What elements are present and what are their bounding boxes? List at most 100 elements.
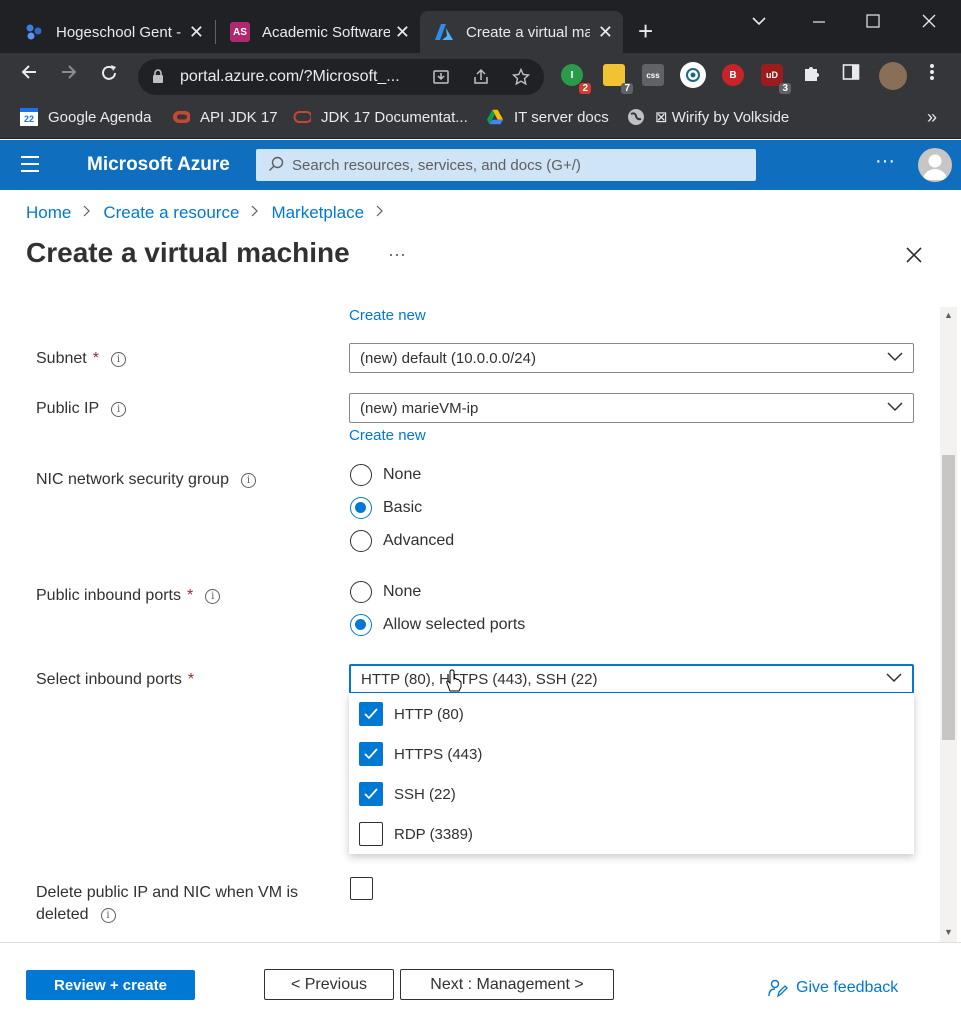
azure-search-box[interactable]: [256, 149, 756, 181]
bookmark-star-icon[interactable]: [511, 67, 531, 91]
checkbox-checked[interactable]: [359, 742, 383, 766]
vertical-scrollbar[interactable]: ▲ ▼: [940, 307, 957, 943]
public-ip-create-new-link[interactable]: Create new: [349, 427, 426, 444]
chevron-right-icon: [251, 204, 259, 222]
option-rdp[interactable]: RDP (3389): [359, 822, 473, 846]
radio-button[interactable]: [350, 530, 372, 552]
radio-button[interactable]: [350, 464, 372, 486]
back-icon[interactable]: [20, 63, 38, 87]
public-ip-dropdown[interactable]: (new) marieVM-ip: [349, 393, 914, 423]
form-scroll-area: Create new Subnet * i (new) default (10.0…: [0, 296, 940, 942]
address-bar[interactable]: portal.azure.com/?Microsoft_...: [138, 59, 544, 95]
portal-menu-icon[interactable]: [21, 156, 39, 177]
option-ssh[interactable]: SSH (22): [359, 782, 456, 806]
share-icon[interactable]: [472, 68, 490, 91]
checkbox-checked[interactable]: [359, 782, 383, 806]
azure-brand[interactable]: Microsoft Azure: [87, 154, 230, 176]
option-https[interactable]: HTTPS (443): [359, 742, 482, 766]
radio-button-selected[interactable]: [350, 497, 372, 519]
subnet-dropdown[interactable]: (new) default (10.0.0.0/24): [349, 343, 914, 373]
nic-nsg-option-advanced[interactable]: Advanced: [350, 530, 454, 552]
new-tab-icon[interactable]: +: [638, 18, 653, 44]
chrome-menu-icon[interactable]: [929, 63, 935, 87]
bookmarks-bar: 22 Google Agenda API JDK 17 JDK 17 Docum…: [0, 101, 961, 139]
close-window-icon[interactable]: [922, 12, 936, 33]
tab-create-virtual-machine[interactable]: Create a virtual ma ✕: [420, 11, 623, 53]
info-icon[interactable]: i: [240, 472, 256, 488]
public-inbound-option-allow-selected[interactable]: Allow selected ports: [350, 614, 525, 636]
breadcrumb-home[interactable]: Home: [26, 203, 71, 223]
breadcrumb-marketplace[interactable]: Marketplace: [271, 203, 364, 223]
delete-ip-checkbox[interactable]: [350, 877, 373, 900]
scrollbar-thumb[interactable]: [942, 455, 955, 740]
tab-academic-software[interactable]: AS Academic Software ✕: [206, 11, 420, 53]
css-extension-icon[interactable]: css: [642, 64, 664, 86]
extension-icon[interactable]: I 2: [561, 64, 591, 94]
page-more-icon[interactable]: ···: [388, 244, 406, 265]
close-icon[interactable]: [904, 245, 924, 265]
scroll-up-icon[interactable]: ▲: [944, 310, 953, 320]
review-create-button[interactable]: Review + create: [26, 970, 195, 1000]
page-title: Create a virtual machine: [26, 237, 350, 268]
tab-hogeschool-gent[interactable]: Hogeschool Gent - ✕: [0, 11, 214, 53]
bookmarks-overflow-icon[interactable]: »: [927, 107, 937, 128]
tab-search-chevron-icon[interactable]: [752, 10, 766, 31]
bookmark-wirify[interactable]: ⊠ Wirify by Volkside: [627, 108, 789, 126]
more-options-icon[interactable]: ···: [875, 150, 895, 173]
tab-title: Hogeschool Gent -: [56, 23, 182, 41]
next-management-button[interactable]: Next : Management >: [400, 969, 614, 1000]
extension-badge: 7: [621, 83, 633, 94]
chevron-right-icon: [376, 204, 384, 222]
sticky-notes-extension-icon[interactable]: 7: [603, 64, 633, 94]
checkbox-checked[interactable]: [359, 702, 383, 726]
nic-nsg-option-basic[interactable]: Basic: [350, 497, 422, 519]
close-tab-icon[interactable]: ✕: [189, 22, 204, 43]
info-icon[interactable]: i: [205, 588, 221, 604]
maximize-icon[interactable]: [866, 12, 880, 33]
side-panel-icon[interactable]: [842, 63, 860, 87]
radio-button-selected[interactable]: [350, 614, 372, 636]
bookmark-api-jdk-17[interactable]: API JDK 17: [172, 108, 278, 126]
bookmark-it-server-docs[interactable]: IT server docs: [486, 108, 609, 126]
select-inbound-ports-dropdown[interactable]: HTTP (80), HTTPS (443), SSH (22): [349, 664, 914, 694]
bookmark-label: IT server docs: [514, 108, 609, 126]
bookmark-jdk-17-documentation[interactable]: JDK 17 Documentat...: [293, 108, 468, 126]
scroll-down-icon[interactable]: ▼: [944, 927, 953, 937]
option-http[interactable]: HTTP (80): [359, 702, 464, 726]
reload-icon[interactable]: [99, 63, 119, 89]
public-inbound-ports-label: Public inbound ports * i: [36, 587, 221, 605]
info-icon[interactable]: i: [100, 907, 116, 923]
close-tab-icon[interactable]: ✕: [598, 22, 613, 43]
breadcrumb-create-resource[interactable]: Create a resource: [103, 203, 239, 223]
previous-button[interactable]: < Previous: [264, 969, 394, 1000]
install-app-icon[interactable]: [432, 68, 450, 91]
close-tab-icon[interactable]: ✕: [395, 22, 410, 43]
inbound-ports-dropdown-menu: HTTP (80) HTTPS (443) SSH (22) RDP (3389…: [349, 693, 914, 854]
info-icon[interactable]: i: [111, 401, 127, 417]
bookmark-label: Google Agenda: [48, 108, 152, 126]
profile-avatar[interactable]: [879, 62, 907, 90]
drive-icon: [486, 108, 504, 126]
account-avatar[interactable]: [918, 148, 952, 182]
checkbox[interactable]: [359, 822, 383, 846]
extension-badge: 3: [779, 83, 791, 94]
nic-nsg-option-none[interactable]: None: [350, 464, 421, 486]
wizard-footer: Review + create < Previous Next : Manage…: [0, 942, 961, 1031]
b-extension-icon[interactable]: B: [722, 64, 744, 86]
public-inbound-option-none[interactable]: None: [350, 581, 421, 603]
ublock-extension-icon[interactable]: uD 3: [761, 64, 791, 94]
radio-button[interactable]: [350, 581, 372, 603]
extension-badge: 2: [579, 83, 591, 94]
bookmark-google-agenda[interactable]: 22 Google Agenda: [20, 108, 151, 126]
info-icon[interactable]: i: [110, 351, 126, 367]
search-input[interactable]: [292, 156, 732, 174]
give-feedback-link[interactable]: Give feedback: [768, 978, 898, 998]
minimize-icon[interactable]: [812, 7, 826, 28]
vnet-create-new-link[interactable]: Create new: [349, 307, 426, 324]
tab-title: Create a virtual ma: [466, 23, 590, 41]
forward-icon[interactable]: [60, 63, 78, 87]
extensions-puzzle-icon[interactable]: [802, 63, 822, 89]
subnet-label: Subnet * i: [36, 350, 126, 368]
subnet-value: (new) default (10.0.0.0/24): [360, 349, 536, 367]
screen-recorder-extension-icon[interactable]: [680, 62, 706, 88]
